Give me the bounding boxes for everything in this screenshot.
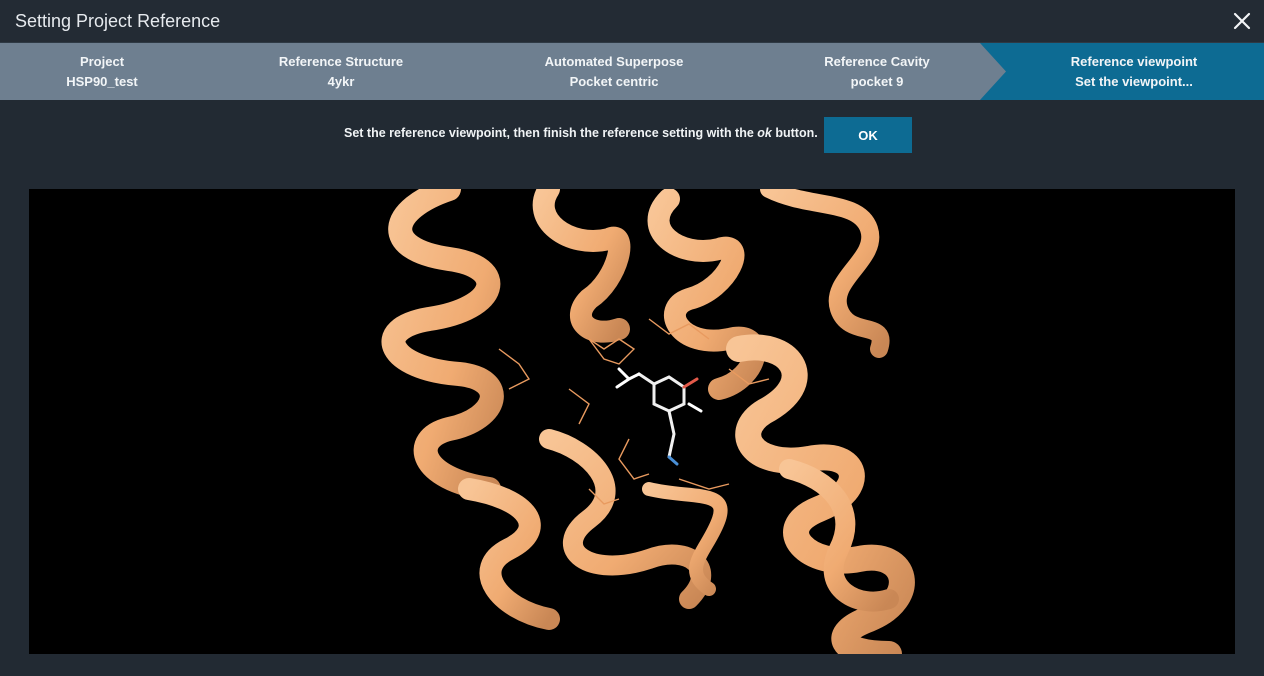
instruction-after: button. xyxy=(771,126,818,140)
step-automated-superpose[interactable]: Automated Superpose Pocket centric xyxy=(478,43,750,100)
ok-button[interactable]: OK xyxy=(824,117,912,153)
instruction-before: Set the reference viewpoint, then finish… xyxy=(344,126,758,140)
instruction-text: Set the reference viewpoint, then finish… xyxy=(344,126,818,140)
step-reference-cavity[interactable]: Reference Cavity pocket 9 xyxy=(750,43,1004,100)
step-label: Reference viewpoint xyxy=(1070,53,1198,69)
step-value: 4ykr xyxy=(327,73,355,89)
step-value: pocket 9 xyxy=(850,73,904,89)
step-progress-bar: Project HSP90_test Reference Structure 4… xyxy=(0,43,1264,100)
step-label: Project xyxy=(79,53,125,69)
step-value: HSP90_test xyxy=(66,73,138,89)
dialog-title-bar: Setting Project Reference xyxy=(0,0,1264,43)
step-label: Reference Structure xyxy=(278,53,404,69)
instruction-emphasis: ok xyxy=(757,126,772,140)
molecular-3d-viewer[interactable] xyxy=(29,189,1235,654)
step-value: Pocket centric xyxy=(569,73,659,89)
dialog-title: Setting Project Reference xyxy=(15,11,221,31)
step-reference-structure[interactable]: Reference Structure 4ykr xyxy=(204,43,478,100)
step-reference-viewpoint[interactable]: Reference viewpoint Set the viewpoint... xyxy=(1004,43,1264,100)
close-icon[interactable] xyxy=(1230,9,1254,33)
protein-ribbon-render xyxy=(381,189,915,654)
step-project[interactable]: Project HSP90_test xyxy=(0,43,204,100)
step-value: Set the viewpoint... xyxy=(1075,73,1193,89)
step-label: Automated Superpose xyxy=(544,53,684,69)
step-label: Reference Cavity xyxy=(824,53,930,69)
